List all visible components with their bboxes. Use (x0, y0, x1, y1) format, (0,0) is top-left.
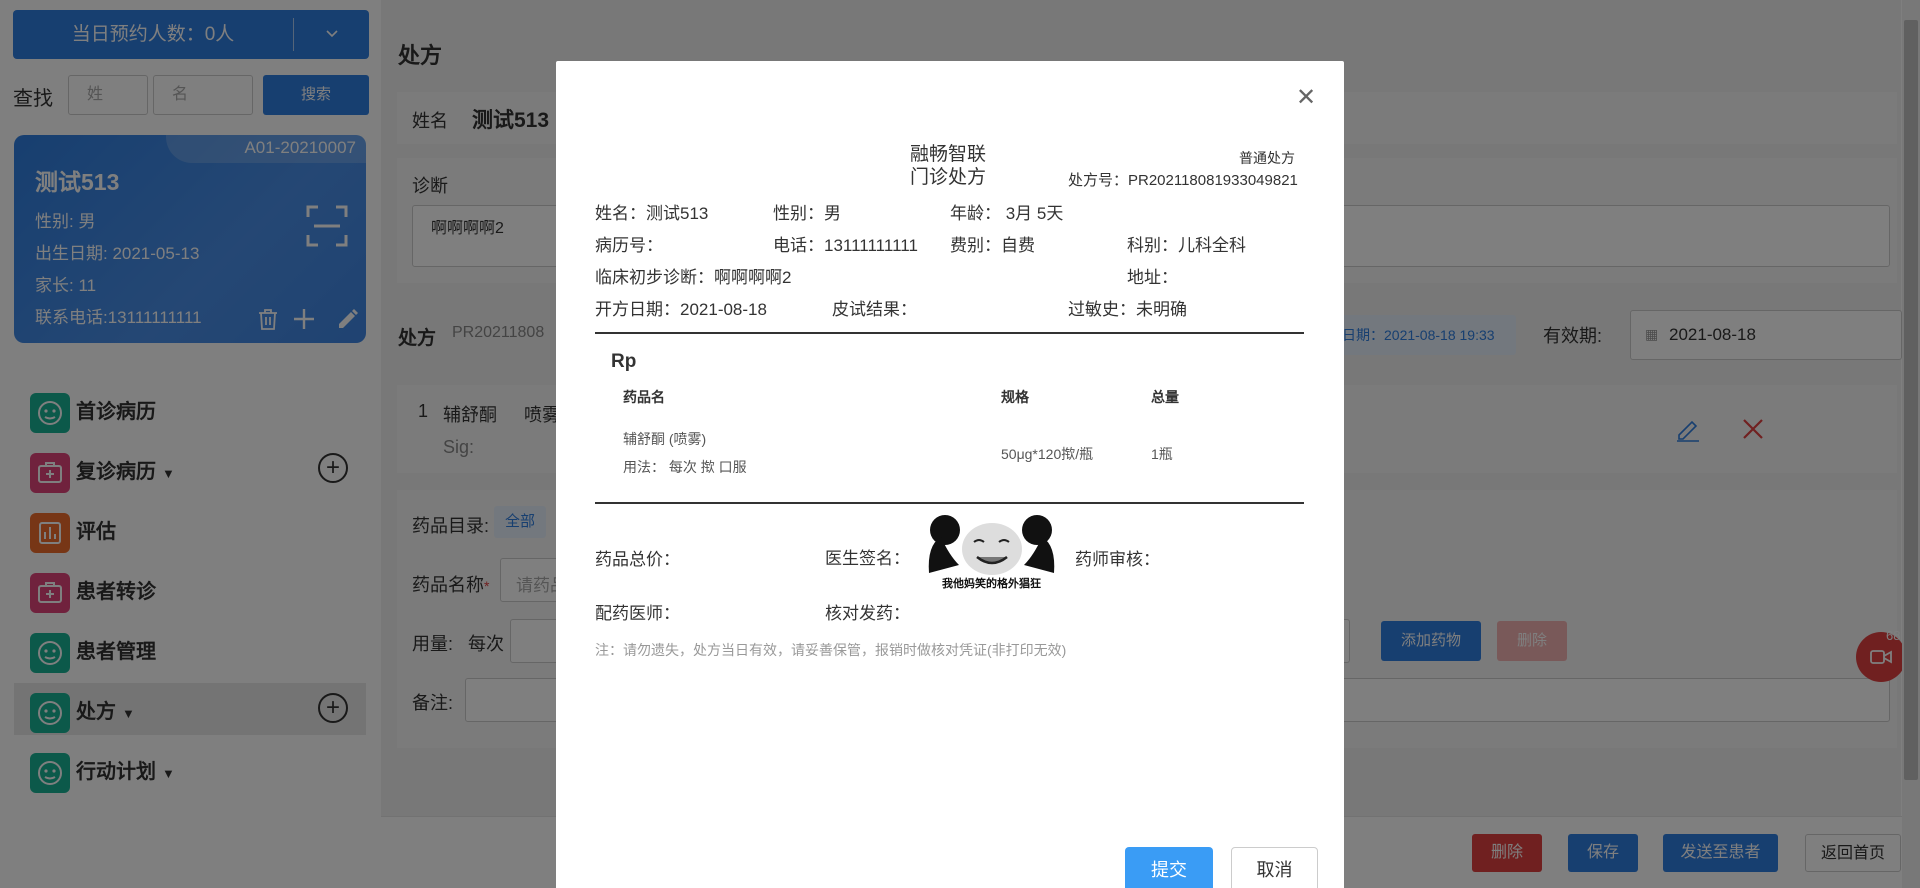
phone-field: 电话：13111111111 (773, 236, 918, 255)
cancel-button[interactable]: 取消 (1231, 847, 1318, 888)
age-field: 年龄： 3月 5天 (950, 204, 1064, 223)
allergy-field: 过敏史：未明确 (1068, 300, 1187, 319)
address-field: 地址： (1127, 268, 1178, 287)
record-number-field: 病历号： (595, 236, 663, 255)
signature-caption: 我他妈笑的格外猖狂 (942, 578, 1041, 590)
total-price-label: 药品总价： (595, 550, 680, 569)
drug-name-cell: 辅舒酮 (喷雾) (623, 431, 707, 447)
fee-type-field: 费别：自费 (950, 236, 1035, 255)
rp-label: Rp (611, 351, 637, 372)
prescription-number: 处方号：PR202118081933049821 (1068, 172, 1298, 189)
divider (595, 502, 1304, 504)
table-header-drug: 药品名 (623, 389, 665, 405)
table-header-spec: 规格 (1001, 389, 1029, 405)
panda-face-icon (928, 515, 1055, 575)
gender-field: 性别：男 (773, 204, 841, 223)
diagnosis-field: 临床初步诊断：啊啊啊啊2 (595, 268, 792, 287)
patient-name-field: 姓名：测试513 (595, 204, 709, 223)
drug-spec-cell: 50μg*120揿/瓶 (1001, 446, 1094, 462)
prescription-note: 注：请勿遗失，处方当日有效，请妥善保管，报销时做核对凭证(非打印无效) (595, 642, 1067, 658)
doctor-signature-image: 我他妈笑的格外猖狂 (919, 515, 1064, 591)
department-field: 科别：儿科全科 (1127, 236, 1246, 255)
dispenser-label: 配药医师： (595, 604, 680, 623)
checker-label: 核对发药： (825, 604, 910, 623)
date-field: 开方日期：2021-08-18 (595, 300, 767, 319)
drug-qty-cell: 1瓶 (1151, 446, 1173, 462)
drug-usage-cell: 用法： 每次 揿 口服 (623, 459, 747, 475)
pharmacist-review-label: 药师审核： (1075, 550, 1160, 569)
close-icon[interactable]: ✕ (1296, 86, 1316, 110)
doctor-signature-label: 医生签名： (825, 549, 910, 568)
table-header-qty: 总量 (1151, 389, 1179, 405)
divider (595, 332, 1304, 334)
submit-button[interactable]: 提交 (1125, 847, 1213, 888)
document-title: 门诊处方 (910, 167, 987, 188)
prescription-type: 普通处方 (1239, 150, 1295, 166)
skin-test-field: 皮试结果： (832, 300, 917, 319)
